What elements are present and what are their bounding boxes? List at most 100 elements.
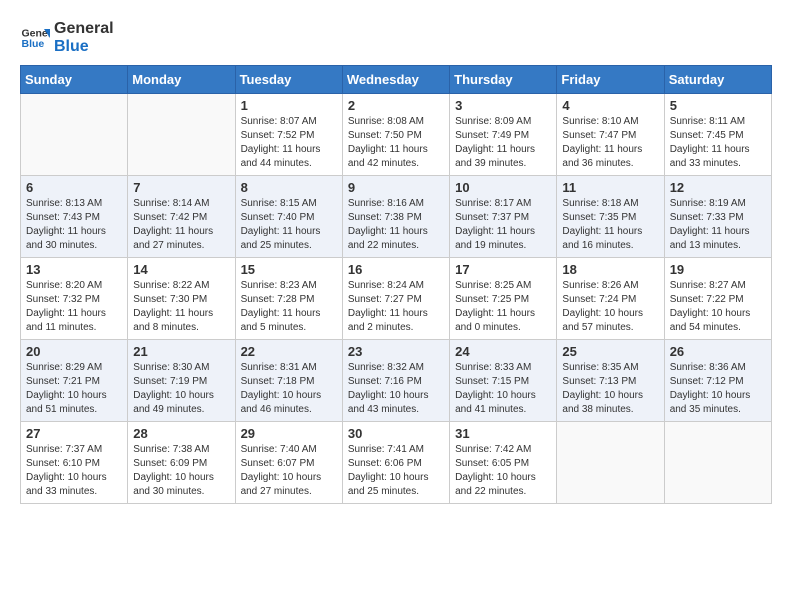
weekday-header-wednesday: Wednesday bbox=[342, 66, 449, 94]
day-info: Sunrise: 8:24 AM Sunset: 7:27 PM Dayligh… bbox=[348, 279, 444, 335]
day-info: Sunrise: 8:18 AM Sunset: 7:35 PM Dayligh… bbox=[562, 197, 658, 253]
logo-icon: General Blue bbox=[20, 23, 50, 53]
day-cell: 12Sunrise: 8:19 AM Sunset: 7:33 PM Dayli… bbox=[664, 176, 771, 258]
day-info: Sunrise: 8:29 AM Sunset: 7:21 PM Dayligh… bbox=[26, 361, 122, 417]
day-cell: 13Sunrise: 8:20 AM Sunset: 7:32 PM Dayli… bbox=[21, 258, 128, 340]
day-cell: 25 Sunrise: 8:35 AM Sunset: 7:13 PM Dayli… bbox=[557, 340, 664, 422]
day-cell: 8Sunrise: 8:15 AM Sunset: 7:40 PM Daylig… bbox=[235, 176, 342, 258]
day-cell: 6 Sunrise: 8:13 AM Sunset: 7:43 PM Daylig… bbox=[21, 176, 128, 258]
day-cell: 27 Sunrise: 7:37 AM Sunset: 6:10 PM Dayli… bbox=[21, 422, 128, 504]
day-cell bbox=[664, 422, 771, 504]
day-cell: 26 Sunrise: 8:36 AM Sunset: 7:12 PM Dayli… bbox=[664, 340, 771, 422]
day-info: Sunrise: 8:36 AM Sunset: 7:12 PM Dayligh… bbox=[670, 361, 766, 417]
day-cell: 7 Sunrise: 8:14 AM Sunset: 7:42 PM Daylig… bbox=[128, 176, 235, 258]
day-info: Sunrise: 8:27 AM Sunset: 7:22 PM Dayligh… bbox=[670, 279, 766, 335]
day-cell: 31Sunrise: 7:42 AM Sunset: 6:05 PM Dayli… bbox=[450, 422, 557, 504]
day-number: 1 bbox=[241, 98, 337, 113]
day-info: Sunrise: 8:35 AM Sunset: 7:13 PM Dayligh… bbox=[562, 361, 658, 417]
day-info: Sunrise: 7:38 AM Sunset: 6:09 PM Dayligh… bbox=[133, 443, 229, 499]
day-cell: 17 Sunrise: 8:25 AM Sunset: 7:25 PM Dayli… bbox=[450, 258, 557, 340]
day-info: Sunrise: 8:14 AM Sunset: 7:42 PM Dayligh… bbox=[133, 197, 229, 253]
week-row-2: 6 Sunrise: 8:13 AM Sunset: 7:43 PM Daylig… bbox=[21, 176, 772, 258]
day-number: 24 bbox=[455, 344, 551, 359]
weekday-header-monday: Monday bbox=[128, 66, 235, 94]
day-info: Sunrise: 8:33 AM Sunset: 7:15 PM Dayligh… bbox=[455, 361, 551, 417]
day-info: Sunrise: 8:25 AM Sunset: 7:25 PM Dayligh… bbox=[455, 279, 551, 335]
day-number: 21 bbox=[133, 344, 229, 359]
svg-text:Blue: Blue bbox=[22, 38, 45, 50]
day-info: Sunrise: 8:22 AM Sunset: 7:30 PM Dayligh… bbox=[133, 279, 229, 335]
day-info: Sunrise: 8:32 AM Sunset: 7:16 PM Dayligh… bbox=[348, 361, 444, 417]
day-info: Sunrise: 8:26 AM Sunset: 7:24 PM Dayligh… bbox=[562, 279, 658, 335]
day-info: Sunrise: 7:37 AM Sunset: 6:10 PM Dayligh… bbox=[26, 443, 122, 499]
day-number: 3 bbox=[455, 98, 551, 113]
day-info: Sunrise: 8:09 AM Sunset: 7:49 PM Dayligh… bbox=[455, 115, 551, 171]
day-number: 18 bbox=[562, 262, 658, 277]
day-cell: 19 Sunrise: 8:27 AM Sunset: 7:22 PM Dayli… bbox=[664, 258, 771, 340]
day-cell: 2Sunrise: 8:08 AM Sunset: 7:50 PM Daylig… bbox=[342, 94, 449, 176]
day-number: 29 bbox=[241, 426, 337, 441]
day-number: 14 bbox=[133, 262, 229, 277]
day-number: 27 bbox=[26, 426, 122, 441]
day-number: 6 bbox=[26, 180, 122, 195]
weekday-header-saturday: Saturday bbox=[664, 66, 771, 94]
day-cell: 18 Sunrise: 8:26 AM Sunset: 7:24 PM Dayli… bbox=[557, 258, 664, 340]
day-cell: 23 Sunrise: 8:32 AM Sunset: 7:16 PM Dayli… bbox=[342, 340, 449, 422]
day-cell: 10 Sunrise: 8:17 AM Sunset: 7:37 PM Dayli… bbox=[450, 176, 557, 258]
day-cell: 22Sunrise: 8:31 AM Sunset: 7:18 PM Dayli… bbox=[235, 340, 342, 422]
day-info: Sunrise: 8:13 AM Sunset: 7:43 PM Dayligh… bbox=[26, 197, 122, 253]
calendar: SundayMondayTuesdayWednesdayThursdayFrid… bbox=[20, 65, 772, 504]
week-row-4: 20Sunrise: 8:29 AM Sunset: 7:21 PM Dayli… bbox=[21, 340, 772, 422]
week-row-3: 13Sunrise: 8:20 AM Sunset: 7:32 PM Dayli… bbox=[21, 258, 772, 340]
day-cell: 20Sunrise: 8:29 AM Sunset: 7:21 PM Dayli… bbox=[21, 340, 128, 422]
day-cell: 21 Sunrise: 8:30 AM Sunset: 7:19 PM Dayli… bbox=[128, 340, 235, 422]
day-info: Sunrise: 8:23 AM Sunset: 7:28 PM Dayligh… bbox=[241, 279, 337, 335]
day-cell: 1 Sunrise: 8:07 AM Sunset: 7:52 PM Daylig… bbox=[235, 94, 342, 176]
day-info: Sunrise: 8:30 AM Sunset: 7:19 PM Dayligh… bbox=[133, 361, 229, 417]
day-cell bbox=[128, 94, 235, 176]
day-info: Sunrise: 8:10 AM Sunset: 7:47 PM Dayligh… bbox=[562, 115, 658, 171]
day-number: 12 bbox=[670, 180, 766, 195]
day-info: Sunrise: 8:16 AM Sunset: 7:38 PM Dayligh… bbox=[348, 197, 444, 253]
day-info: Sunrise: 8:17 AM Sunset: 7:37 PM Dayligh… bbox=[455, 197, 551, 253]
week-row-5: 27 Sunrise: 7:37 AM Sunset: 6:10 PM Dayli… bbox=[21, 422, 772, 504]
day-cell: 30 Sunrise: 7:41 AM Sunset: 6:06 PM Dayli… bbox=[342, 422, 449, 504]
day-number: 28 bbox=[133, 426, 229, 441]
day-number: 10 bbox=[455, 180, 551, 195]
day-cell: 3 Sunrise: 8:09 AM Sunset: 7:49 PM Daylig… bbox=[450, 94, 557, 176]
weekday-header-row: SundayMondayTuesdayWednesdayThursdayFrid… bbox=[21, 66, 772, 94]
day-number: 8 bbox=[241, 180, 337, 195]
day-info: Sunrise: 7:41 AM Sunset: 6:06 PM Dayligh… bbox=[348, 443, 444, 499]
day-number: 7 bbox=[133, 180, 229, 195]
day-number: 17 bbox=[455, 262, 551, 277]
day-cell: 28 Sunrise: 7:38 AM Sunset: 6:09 PM Dayli… bbox=[128, 422, 235, 504]
day-info: Sunrise: 8:11 AM Sunset: 7:45 PM Dayligh… bbox=[670, 115, 766, 171]
day-number: 4 bbox=[562, 98, 658, 113]
day-number: 16 bbox=[348, 262, 444, 277]
day-cell: 15 Sunrise: 8:23 AM Sunset: 7:28 PM Dayli… bbox=[235, 258, 342, 340]
day-number: 15 bbox=[241, 262, 337, 277]
day-info: Sunrise: 8:08 AM Sunset: 7:50 PM Dayligh… bbox=[348, 115, 444, 171]
day-cell: 11 Sunrise: 8:18 AM Sunset: 7:35 PM Dayli… bbox=[557, 176, 664, 258]
day-number: 26 bbox=[670, 344, 766, 359]
day-cell: 24 Sunrise: 8:33 AM Sunset: 7:15 PM Dayli… bbox=[450, 340, 557, 422]
day-number: 25 bbox=[562, 344, 658, 359]
day-number: 19 bbox=[670, 262, 766, 277]
page-header: General Blue General Blue bbox=[20, 20, 772, 55]
day-number: 22 bbox=[241, 344, 337, 359]
day-cell: 16 Sunrise: 8:24 AM Sunset: 7:27 PM Dayli… bbox=[342, 258, 449, 340]
day-cell: 29Sunrise: 7:40 AM Sunset: 6:07 PM Dayli… bbox=[235, 422, 342, 504]
day-info: Sunrise: 7:42 AM Sunset: 6:05 PM Dayligh… bbox=[455, 443, 551, 499]
day-number: 5 bbox=[670, 98, 766, 113]
logo: General Blue General Blue bbox=[20, 20, 114, 55]
day-cell: 14 Sunrise: 8:22 AM Sunset: 7:30 PM Dayli… bbox=[128, 258, 235, 340]
day-number: 9 bbox=[348, 180, 444, 195]
weekday-header-thursday: Thursday bbox=[450, 66, 557, 94]
day-number: 11 bbox=[562, 180, 658, 195]
day-number: 30 bbox=[348, 426, 444, 441]
weekday-header-tuesday: Tuesday bbox=[235, 66, 342, 94]
day-number: 23 bbox=[348, 344, 444, 359]
day-info: Sunrise: 8:07 AM Sunset: 7:52 PM Dayligh… bbox=[241, 115, 337, 171]
day-cell bbox=[557, 422, 664, 504]
weekday-header-friday: Friday bbox=[557, 66, 664, 94]
